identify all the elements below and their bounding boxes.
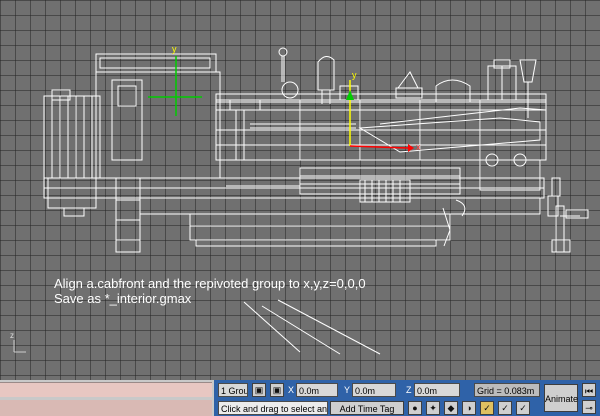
svg-text:y: y xyxy=(172,44,177,54)
perspective-viewport[interactable]: y y x z Align a.cabfront and the repivot… xyxy=(0,0,600,380)
locomotive-wireframe: y y x z xyxy=(10,44,589,355)
prompt-line: Click and drag to select and m xyxy=(218,401,328,415)
z-coordinate-input[interactable]: 0.0m xyxy=(414,383,460,397)
axis-y-label: y xyxy=(352,70,357,80)
spinner-snap-icon[interactable]: ✓ xyxy=(498,401,512,415)
selection-count: 1 Grou xyxy=(218,383,248,397)
animate-button[interactable]: Animate xyxy=(544,384,578,412)
grid-readout: Grid = 0.083m xyxy=(474,383,540,397)
go-to-start-icon[interactable]: ⏮ xyxy=(582,383,596,397)
add-time-tag-button[interactable]: Add Time Tag xyxy=(330,401,404,415)
axis-z-label: z xyxy=(10,331,14,340)
x-coordinate-input[interactable]: 0.0m xyxy=(296,383,338,397)
edit-named-selection-icon[interactable]: ✓ xyxy=(516,401,530,415)
x-label: X xyxy=(288,385,295,395)
key-mode-icon[interactable]: ⊸ xyxy=(582,400,596,414)
lock-icon[interactable]: ▣ xyxy=(252,383,266,397)
snap-toggle-icon[interactable]: ◆ xyxy=(444,401,458,415)
window-crossing-icon[interactable]: ✦ xyxy=(426,401,440,415)
axis-x-label: x xyxy=(416,142,421,152)
annotation-line-2: Save as *_interior.gmax xyxy=(54,291,192,306)
y-label: Y xyxy=(344,385,351,395)
angle-snap-icon[interactable]: ◑ xyxy=(462,401,476,415)
track-bar[interactable] xyxy=(0,400,212,416)
absolute-mode-icon[interactable]: ▣ xyxy=(270,383,284,397)
percent-snap-icon[interactable]: ✓ xyxy=(480,401,494,415)
selection-lock-icon[interactable]: ● xyxy=(408,401,422,415)
annotation-line-1: Align a.cabfront and the repivoted group… xyxy=(54,276,366,291)
z-label: Z xyxy=(406,385,412,395)
y-coordinate-input[interactable]: 0.0m xyxy=(352,383,396,397)
time-slider[interactable] xyxy=(0,382,212,397)
status-bar: 1 Grou ▣ ▣ X 0.0m Y 0.0m Z 0.0m Grid = 0… xyxy=(214,380,600,416)
